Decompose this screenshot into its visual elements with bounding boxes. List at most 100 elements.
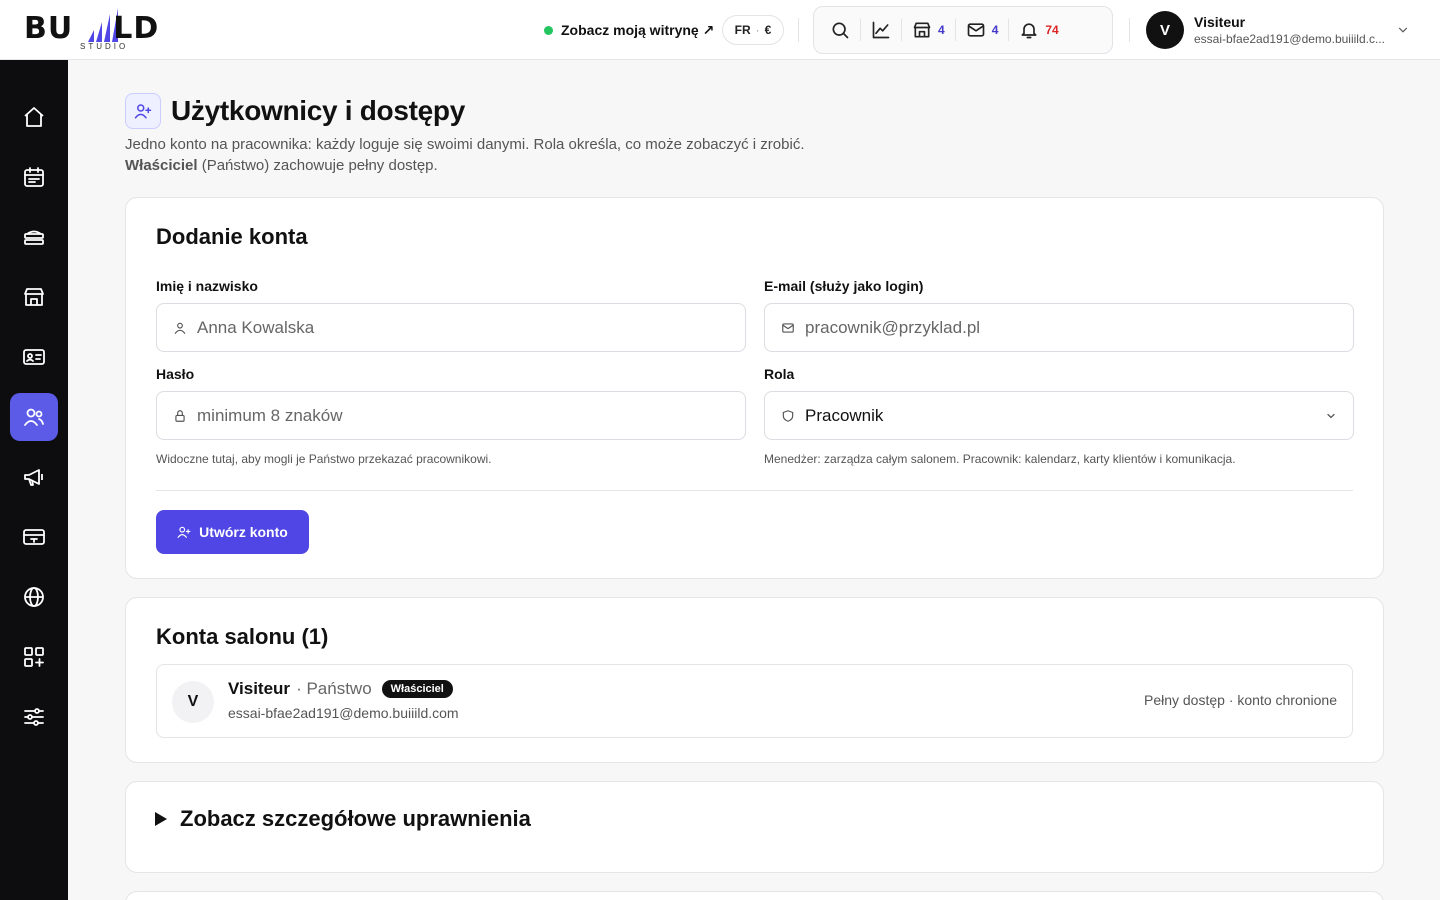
users-icon (24, 408, 44, 426)
language-currency-switch[interactable]: FR · € (722, 15, 784, 45)
header-divider (798, 18, 799, 42)
intro-line-1: Jedno konto na pracownika: każdy loguje … (125, 136, 805, 153)
email-label: E-mail (służy jako login) (764, 278, 924, 294)
email-field[interactable] (764, 303, 1354, 352)
add-account-card: Dodanie konta Imię i nazwisko E-mail (sł… (125, 197, 1384, 579)
account-name: Visiteur (228, 679, 291, 698)
messages-count: 4 (991, 23, 999, 37)
logo-subtitle: STUDIO (80, 42, 129, 51)
main-content: Użytkownicy i dostępy Jedno konto na pra… (68, 60, 1440, 900)
store-icon (24, 288, 44, 306)
sidebar-item-payments[interactable] (10, 513, 58, 561)
mail-icon (782, 322, 794, 333)
user-plus-icon (134, 104, 152, 119)
user-name: Visiteur (1194, 14, 1246, 30)
notifications-count: 74 (1045, 23, 1059, 37)
stats-button[interactable] (861, 13, 901, 47)
id-card-icon (23, 349, 45, 365)
lock-icon (175, 409, 185, 422)
sidebar (0, 60, 68, 900)
intro-line-2: Właściciel (Państwo) zachowuje pełny dos… (125, 155, 925, 176)
user-avatar: V (1146, 11, 1184, 49)
page-header: Użytkownicy i dostępy (125, 93, 465, 129)
sidebar-item-apps[interactable] (10, 633, 58, 681)
account-email: essai-bfae2ad191@demo.buiiild.com (228, 705, 459, 721)
salons-count: 4 (938, 23, 945, 37)
top-header: BU LD STUDIO Zobacz moją witrynę ↗ FR · €… (0, 0, 1440, 60)
name-field[interactable] (156, 303, 746, 352)
salon-accounts-title: Konta salonu (1) (156, 624, 329, 649)
salons-button[interactable]: 4 (902, 13, 955, 47)
user-email: essai-bfae2ad191@demo.buiiild.c... (1194, 32, 1385, 46)
online-status-dot (544, 25, 553, 35)
sidebar-item-services[interactable] (10, 213, 58, 261)
page-title: Użytkownicy i dostępy (171, 95, 465, 126)
add-account-title: Dodanie konta (156, 224, 308, 249)
password-field[interactable] (156, 391, 746, 440)
globe-icon (24, 587, 44, 607)
password-input[interactable] (197, 405, 729, 426)
sidebar-item-website[interactable] (10, 573, 58, 621)
account-status: Pełny dostęp · konto chronione (1143, 692, 1337, 708)
list-item: V Visiteur · Państwo Właściciel essai-bf… (156, 664, 1353, 738)
lang-separator: · (755, 23, 760, 37)
search-icon (832, 22, 849, 39)
language-code: FR (734, 23, 751, 37)
email-input[interactable] (805, 317, 1337, 338)
create-account-button[interactable]: Utwórz konto (156, 510, 309, 554)
home-icon (24, 107, 44, 127)
password-hint: Widoczne tutaj, aby mogli je Państwo prz… (156, 452, 492, 466)
sidebar-item-marketing[interactable] (10, 453, 58, 501)
chevron-down-icon (1327, 413, 1335, 418)
avatar: V (172, 681, 214, 723)
role-selected-value: Pracownik (805, 405, 884, 425)
password-label: Hasło (156, 366, 195, 382)
calendar-icon (24, 167, 44, 187)
create-account-label: Utwórz konto (199, 524, 288, 540)
sidebar-item-salons[interactable] (10, 273, 58, 321)
chevron-down-icon (1398, 27, 1408, 33)
permissions-title: Zobacz szczegółowe uprawnienia (180, 806, 531, 831)
sidebar-item-home[interactable] (10, 93, 58, 141)
intro-line-2-text: (Państwo) zachowuje pełny dostęp. (197, 157, 438, 174)
store-icon (913, 22, 931, 38)
mail-icon (967, 23, 985, 37)
account-role: · Państwo (296, 679, 372, 698)
stack-icon (24, 230, 44, 245)
role-select[interactable]: Pracownik (764, 391, 1354, 440)
header-toolbar: 4 4 74 (813, 6, 1113, 54)
user-info: Visiteur essai-bfae2ad191@demo.buiiild.c… (1194, 13, 1390, 47)
user-plus-icon (177, 526, 191, 538)
sidebar-item-settings[interactable] (10, 693, 58, 741)
logo-text: BU LD (24, 11, 160, 46)
role-hint: Menedżer: zarządza całym salonem. Pracow… (764, 452, 1236, 466)
form-divider (156, 490, 1353, 491)
notifications-button[interactable]: 74 (1009, 13, 1068, 47)
apps-add-icon (24, 647, 44, 667)
user-icon (174, 322, 186, 334)
search-button[interactable] (820, 13, 860, 47)
payment-terminal-icon (23, 529, 45, 545)
role-label: Rola (764, 366, 795, 382)
brand-logo[interactable]: BU LD STUDIO (24, 8, 184, 52)
sidebar-item-users[interactable] (10, 393, 58, 441)
currency-symbol: € (764, 23, 772, 37)
permissions-card: Zobacz szczegółowe uprawnienia (125, 781, 1384, 873)
megaphone-icon (24, 469, 43, 486)
bell-icon (1021, 23, 1037, 39)
view-site-link[interactable]: Zobacz moją witrynę ↗ (544, 20, 714, 40)
sidebar-item-clients[interactable] (10, 333, 58, 381)
account-heading: Visiteur · Państwo Właściciel (228, 679, 453, 699)
intro-owner-label: Właściciel (125, 157, 198, 174)
next-card (125, 891, 1384, 900)
page-title-icon-box (125, 93, 161, 129)
permissions-toggle[interactable]: Zobacz szczegółowe uprawnienia (154, 806, 531, 832)
sidebar-item-calendar[interactable] (10, 153, 58, 201)
user-menu[interactable]: V Visiteur essai-bfae2ad191@demo.buiiild… (1146, 10, 1416, 50)
name-input[interactable] (197, 317, 729, 338)
messages-button[interactable]: 4 (956, 13, 1009, 47)
sliders-icon (24, 708, 44, 726)
triangle-right-icon (155, 812, 167, 826)
owner-badge: Właściciel (381, 680, 453, 698)
view-site-label: Zobacz moją witrynę ↗ (561, 21, 715, 38)
